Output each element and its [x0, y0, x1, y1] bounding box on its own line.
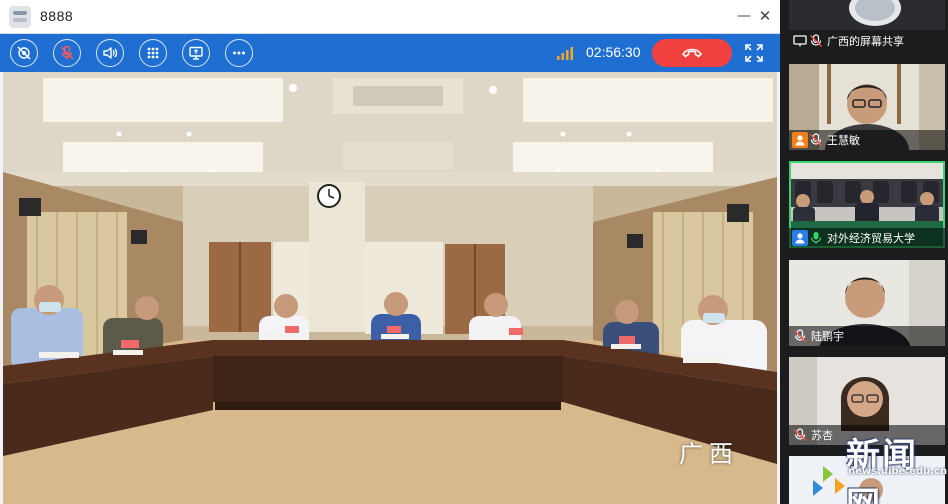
participant-video	[849, 0, 901, 26]
speaker-button[interactable]	[96, 39, 124, 67]
more-options-button[interactable]	[225, 39, 253, 67]
speaker-icon	[103, 47, 118, 59]
meeting-room-scene	[3, 72, 777, 504]
main-video-feed[interactable]: 广西	[3, 72, 777, 504]
title-bar: 8888 — ✕	[0, 0, 780, 34]
news-watermark-url: news.uibe.edu.cn	[848, 466, 948, 477]
mic-muted-icon	[60, 45, 74, 60]
participant-name-bar: 陆鹏宇	[789, 326, 945, 346]
participant-name: 苏杏	[811, 429, 833, 442]
app-logo-icon	[9, 6, 31, 28]
mic-muted-icon	[792, 427, 808, 443]
layout-grid-button[interactable]	[139, 39, 167, 67]
participant-tile-active[interactable]: 对外经济贸易大学	[789, 161, 945, 248]
user-role-icon	[792, 230, 808, 246]
grid-icon	[147, 47, 159, 59]
participant-tile[interactable]: 广西的屏幕共享	[789, 0, 945, 52]
meeting-window: 8888 — ✕ 02:56:30 广西	[0, 0, 780, 504]
mic-muted-icon	[808, 33, 824, 49]
mic-toggle-button[interactable]	[53, 39, 81, 67]
participant-name: 陆鹏宇	[811, 330, 844, 343]
mic-muted-icon	[808, 132, 824, 148]
participant-tile[interactable]: 陆鹏宇	[789, 260, 945, 346]
participant-name: 对外经济贸易大学	[827, 232, 915, 245]
minimize-button[interactable]: —	[733, 4, 755, 28]
mic-active-icon	[808, 230, 824, 246]
participant-tile[interactable]: 王慧敏	[789, 64, 945, 150]
camera-toggle-button[interactable]	[10, 39, 38, 67]
close-button[interactable]: ✕	[754, 4, 776, 28]
participant-name: 王慧敏	[827, 134, 860, 147]
meeting-toolbar: 02:56:30	[0, 34, 780, 72]
participant-name-bar: 对外经济贸易大学	[789, 228, 945, 248]
hang-up-button[interactable]	[652, 39, 732, 67]
call-timer: 02:56:30	[586, 44, 641, 60]
user-role-icon	[792, 132, 808, 148]
signal-strength-icon	[557, 47, 573, 60]
participant-name-bar: 广西的屏幕共享	[789, 30, 945, 52]
more-icon	[233, 51, 245, 55]
screen-share-button[interactable]	[182, 39, 210, 67]
fullscreen-icon[interactable]	[744, 43, 764, 63]
participant-name: 广西的屏幕共享	[827, 35, 904, 48]
participant-name-bar: 王慧敏	[789, 130, 945, 150]
location-label: 广西	[679, 440, 739, 468]
screen-share-icon	[792, 33, 808, 49]
mic-muted-icon	[792, 328, 808, 344]
camera-off-icon	[17, 46, 31, 60]
window-title: 8888	[40, 8, 74, 24]
screen-share-icon	[189, 46, 203, 60]
hang-up-icon	[682, 48, 702, 58]
video-conference-screen: 8888 — ✕ 02:56:30 广西 广西的屏幕共享 王慧敏 对外经济贸易大…	[0, 0, 948, 504]
